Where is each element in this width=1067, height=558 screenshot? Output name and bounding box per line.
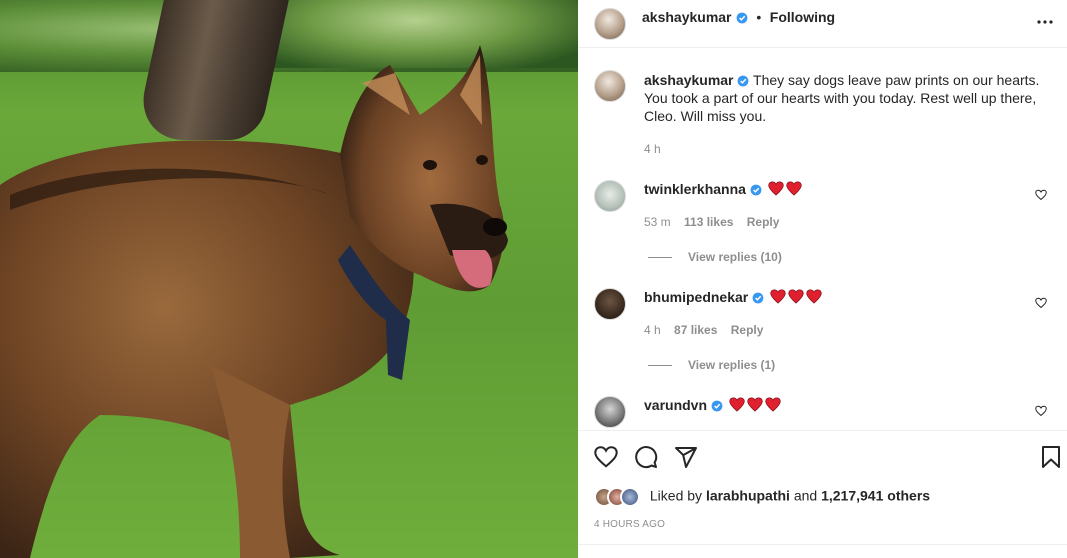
red-heart-emoji-icon <box>806 289 822 304</box>
comment-time: 4 h <box>644 323 661 337</box>
comment-like-heart-icon[interactable] <box>1035 405 1047 417</box>
liked-by-and: and <box>793 487 818 504</box>
post-timestamp[interactable]: 4 HOURS AGO <box>594 519 665 530</box>
comment-meta: 4 h 87 likes Reply <box>644 323 773 337</box>
author-username[interactable]: akshaykumar <box>642 9 732 25</box>
author-avatar[interactable] <box>594 8 626 40</box>
caption-author-avatar[interactable] <box>594 70 626 102</box>
comment-username[interactable]: bhumipednekar <box>644 289 748 305</box>
liked-by-row: Liked by larabhupathi and 1,217,941 othe… <box>594 487 930 507</box>
replies-divider-line <box>648 257 672 259</box>
view-replies-label: View replies (1) <box>688 358 776 372</box>
post-image[interactable] <box>0 0 578 558</box>
caption-author-username[interactable]: akshaykumar <box>644 72 734 88</box>
post-header: akshaykumar • Following <box>578 0 1067 48</box>
liker-avatar <box>620 487 640 507</box>
view-replies-button[interactable]: View replies (1) <box>648 358 775 372</box>
author-row: akshaykumar • Following <box>642 9 835 27</box>
comment-username[interactable]: varundvn <box>644 397 707 413</box>
comment-icon[interactable] <box>634 445 658 469</box>
comment-time: 53 m <box>644 215 671 229</box>
verified-badge-icon <box>738 75 749 87</box>
replies-divider-line <box>648 365 672 367</box>
divider <box>578 544 1067 545</box>
verified-badge-icon <box>750 184 762 196</box>
reply-button[interactable]: Reply <box>731 323 764 337</box>
heart-icon[interactable] <box>594 445 618 469</box>
post-details-panel: akshaykumar • Following akshaykumar They… <box>578 0 1067 558</box>
red-heart-emoji-icon <box>770 289 786 304</box>
comment-username[interactable]: twinklerkhanna <box>644 181 746 197</box>
liked-by-user[interactable]: larabhupathi <box>706 488 790 504</box>
comment-row: twinklerkhanna <box>644 181 802 197</box>
dog-illustration <box>0 45 508 558</box>
post-actions: Liked by larabhupathi and 1,217,941 othe… <box>578 430 1067 558</box>
view-replies-label: View replies (10) <box>688 250 782 264</box>
post-caption: akshaykumar They say dogs leave paw prin… <box>644 71 1054 125</box>
comment-like-heart-icon[interactable] <box>1035 297 1047 309</box>
following-button[interactable]: Following <box>770 9 835 25</box>
red-heart-emoji-icon <box>729 397 745 412</box>
red-heart-emoji-icon <box>765 397 781 412</box>
comment-avatar[interactable] <box>594 396 626 428</box>
comment-row: bhumipednekar <box>644 289 822 305</box>
liked-by-prefix: Liked by <box>649 487 703 504</box>
caption-time: 4 h <box>644 142 661 156</box>
likes-count[interactable]: 1,217,941 others <box>821 488 930 504</box>
comment-row: varundvn <box>644 397 781 413</box>
paper-plane-icon[interactable] <box>674 445 698 469</box>
verified-badge-icon <box>736 12 748 24</box>
comment-avatar[interactable] <box>594 288 626 320</box>
comment-likes[interactable]: 87 likes <box>674 323 717 337</box>
comment-likes[interactable]: 113 likes <box>684 215 733 229</box>
verified-badge-icon <box>711 400 723 412</box>
comment-meta: 53 m 113 likes Reply <box>644 215 789 229</box>
separator-dot: • <box>756 9 762 25</box>
red-heart-emoji-icon <box>788 289 804 304</box>
reply-button[interactable]: Reply <box>747 215 780 229</box>
red-heart-emoji-icon <box>747 397 763 412</box>
view-replies-button[interactable]: View replies (10) <box>648 250 782 264</box>
comment-like-heart-icon[interactable] <box>1035 189 1047 201</box>
red-heart-emoji-icon <box>768 181 784 196</box>
red-heart-emoji-icon <box>786 181 802 196</box>
more-options-icon[interactable] <box>1033 10 1057 34</box>
verified-badge-icon <box>752 292 764 304</box>
comment-avatar[interactable] <box>594 180 626 212</box>
bookmark-icon[interactable] <box>1039 445 1063 469</box>
